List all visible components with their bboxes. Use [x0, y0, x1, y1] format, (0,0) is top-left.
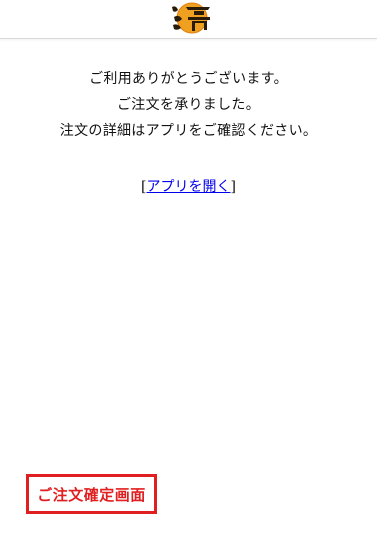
open-app-row: [アプリを開く]: [0, 176, 377, 198]
check-app-line: 注文の詳細はアプリをご確認ください。: [59, 123, 318, 139]
thank-you-line: ご利用ありがとうございます。: [89, 71, 288, 87]
screen-caption-label: ご注文確定画面: [37, 485, 146, 504]
confirmation-message: ご利用ありがとうございます。 ご注文を承りました。 注文の詳細はアプリをご確認く…: [0, 66, 377, 144]
bracket-close: ]: [230, 179, 236, 195]
app-header: [0, 0, 377, 39]
screen-caption-box: ご注文確定画面: [26, 474, 157, 514]
order-received-line: ご注文を承りました。: [117, 97, 260, 113]
open-app-link[interactable]: アプリを開く: [147, 179, 231, 195]
restaurant-logo: [172, 2, 210, 34]
